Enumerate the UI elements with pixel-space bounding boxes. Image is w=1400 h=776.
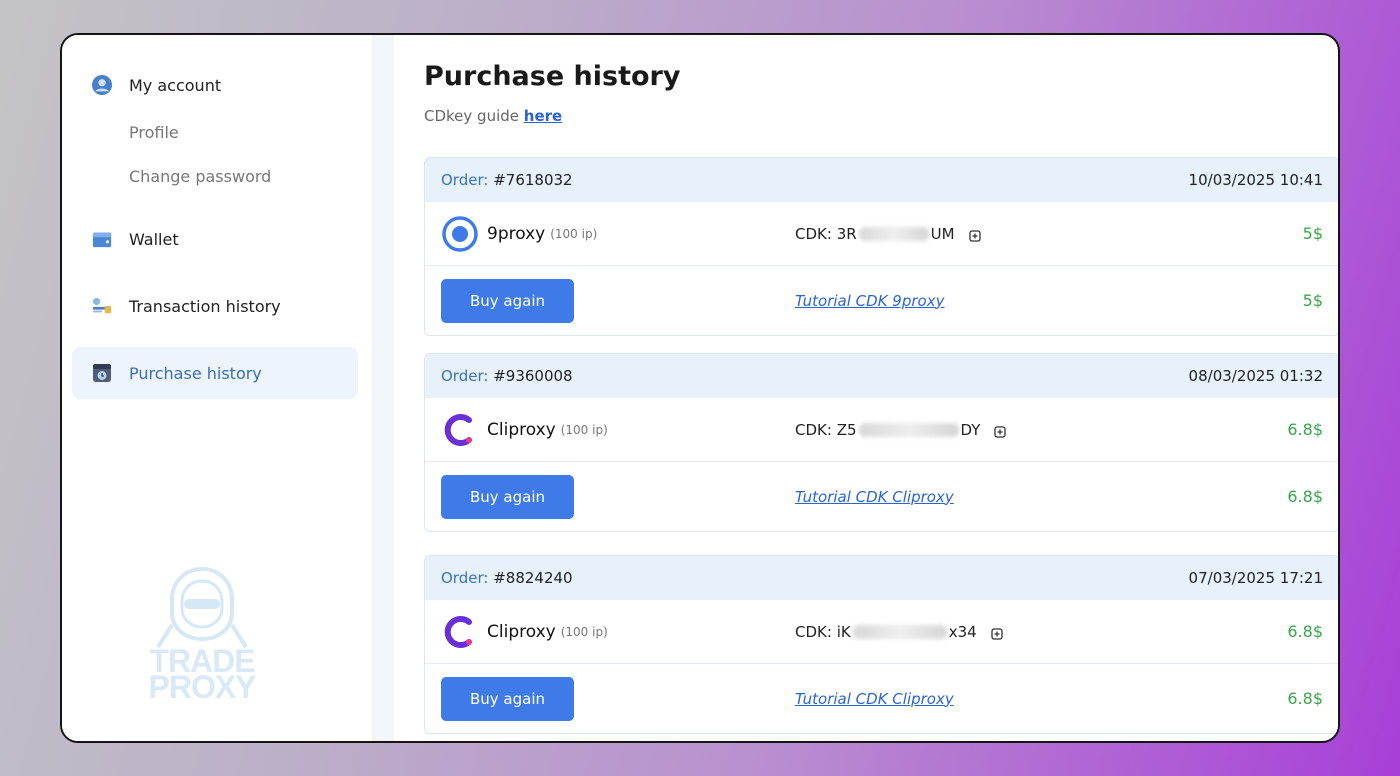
cdk-start: 3R <box>836 224 857 243</box>
wallet-icon <box>92 229 112 249</box>
cdk-end: UM <box>930 224 955 243</box>
9proxy-logo-icon <box>441 215 479 253</box>
sidebar-item-purchase-history[interactable]: Purchase history <box>72 347 358 399</box>
hacker-icon <box>156 566 248 649</box>
product-ip: (100 ip) <box>550 226 598 241</box>
order-card: Order: #7618032 10/03/2025 10:41 9proxy … <box>424 157 1338 336</box>
order-action-row: Buy again Tutorial CDK 9proxy 5$ <box>425 266 1338 335</box>
order-product-row: 9proxy (100 ip) CDK: 3R UM 5$ <box>425 202 1338 266</box>
copy-icon[interactable] <box>994 424 1007 438</box>
cdk-value: CDK: Z5 DY <box>795 420 1007 439</box>
product-price: 6.8$ <box>1287 622 1323 641</box>
main-content: Purchase history CDkey guide here Order:… <box>424 35 1338 741</box>
sidebar-item-label: Purchase history <box>129 363 262 383</box>
user-icon <box>92 75 112 95</box>
cdk-end: x34 <box>948 622 977 641</box>
cdk-label: CDK: <box>795 622 832 641</box>
sidebar-item-profile[interactable]: Profile <box>72 111 358 155</box>
cliproxy-logo-icon <box>441 411 479 449</box>
order-total: 6.8$ <box>1287 689 1323 708</box>
order-header: Order: #8824240 07/03/2025 17:21 <box>425 556 1338 600</box>
cdk-value: CDK: 3R UM <box>795 225 981 243</box>
app-window: My account Profile Change password Walle… <box>60 33 1340 743</box>
buy-again-button[interactable]: Buy again <box>441 676 574 721</box>
account-group: My account Profile Change password <box>72 59 358 199</box>
order-total: 5$ <box>1302 291 1323 310</box>
product-ip: (100 ip) <box>560 422 608 437</box>
guide-link[interactable]: here <box>524 107 562 125</box>
order-header: Order: #7618032 10/03/2025 10:41 <box>425 158 1338 202</box>
cdk-start: Z5 <box>836 420 857 439</box>
order-product-row: Cliproxy (100 ip) CDK: iK x34 6.8$ <box>425 600 1338 664</box>
sidebar-divider <box>372 35 394 741</box>
order-datetime: 10/03/2025 10:41 <box>1188 171 1323 189</box>
history-icon <box>92 363 112 383</box>
guide-text: CDkey guide <box>424 107 519 125</box>
order-datetime: 07/03/2025 17:21 <box>1188 569 1323 587</box>
sidebar-item-label: Wallet <box>129 229 179 249</box>
logo-line-2: PROXY <box>148 669 256 705</box>
cdk-end: DY <box>960 420 981 439</box>
order-number: Order: #8824240 <box>441 569 573 587</box>
cdk-label: CDK: <box>795 224 832 243</box>
buy-again-button[interactable]: Buy again <box>441 474 574 519</box>
order-number: Order: #7618032 <box>441 171 573 189</box>
sidebar-item-transaction-history[interactable]: Transaction history <box>72 280 358 332</box>
order-product-row: Cliproxy (100 ip) CDK: Z5 DY 6.8$ <box>425 398 1338 462</box>
trade-proxy-logo: TRADE PROXY <box>142 565 262 705</box>
product-name: Cliproxy <box>487 419 556 440</box>
tutorial-link[interactable]: Tutorial CDK Cliproxy <box>795 690 954 708</box>
tutorial-link[interactable]: Tutorial CDK 9proxy <box>795 292 944 310</box>
order-id: #7618032 <box>493 171 573 189</box>
product-ip: (100 ip) <box>560 624 608 639</box>
order-card: Order: #9360008 08/03/2025 01:32 Cliprox… <box>424 353 1338 532</box>
cdk-label: CDK: <box>795 420 832 439</box>
sidebar: My account Profile Change password Walle… <box>62 35 372 741</box>
cdk-redacted <box>858 422 959 437</box>
cdk-redacted <box>852 624 947 639</box>
order-label: Order: <box>441 171 489 189</box>
copy-icon[interactable] <box>968 228 981 242</box>
order-datetime: 08/03/2025 01:32 <box>1188 367 1323 385</box>
order-header: Order: #9360008 08/03/2025 01:32 <box>425 354 1338 398</box>
cdk-redacted <box>858 226 929 241</box>
sidebar-item-my-account[interactable]: My account <box>72 59 358 111</box>
sidebar-item-wallet[interactable]: Wallet <box>72 213 358 265</box>
sidebar-item-label: My account <box>129 75 222 95</box>
order-card: Order: #8824240 07/03/2025 17:21 Cliprox… <box>424 555 1338 734</box>
order-action-row: Buy again Tutorial CDK Cliproxy 6.8$ <box>425 462 1338 531</box>
product-info: Cliproxy (100 ip) <box>441 613 608 651</box>
purchases-group: Purchase history <box>72 347 358 399</box>
product-price: 5$ <box>1302 224 1323 243</box>
order-total: 6.8$ <box>1287 487 1323 506</box>
product-name: 9proxy <box>487 223 546 244</box>
cdk-start: iK <box>836 622 851 641</box>
cdkey-guide: CDkey guide here <box>424 107 562 125</box>
tutorial-link[interactable]: Tutorial CDK Cliproxy <box>795 488 954 506</box>
order-id: #8824240 <box>493 569 573 587</box>
product-name: Cliproxy <box>487 621 556 642</box>
product-price: 6.8$ <box>1287 420 1323 439</box>
cdk-value: CDK: iK x34 <box>795 623 1003 641</box>
copy-icon[interactable] <box>991 626 1003 640</box>
sidebar-item-label: Transaction history <box>129 296 281 316</box>
page-title: Purchase history <box>424 61 681 92</box>
order-id: #9360008 <box>493 367 573 385</box>
wallet-group: Wallet <box>72 213 358 265</box>
order-label: Order: <box>441 367 489 385</box>
cliproxy-logo-icon <box>441 613 479 651</box>
product-info: Cliproxy (100 ip) <box>441 411 608 449</box>
product-info: 9proxy (100 ip) <box>441 215 597 253</box>
order-number: Order: #9360008 <box>441 367 573 385</box>
transaction-icon <box>92 296 112 316</box>
order-label: Order: <box>441 569 489 587</box>
sidebar-item-change-password[interactable]: Change password <box>72 155 358 199</box>
order-action-row: Buy again Tutorial CDK Cliproxy 6.8$ <box>425 664 1338 733</box>
buy-again-button[interactable]: Buy again <box>441 278 574 323</box>
transactions-group: Transaction history <box>72 280 358 332</box>
